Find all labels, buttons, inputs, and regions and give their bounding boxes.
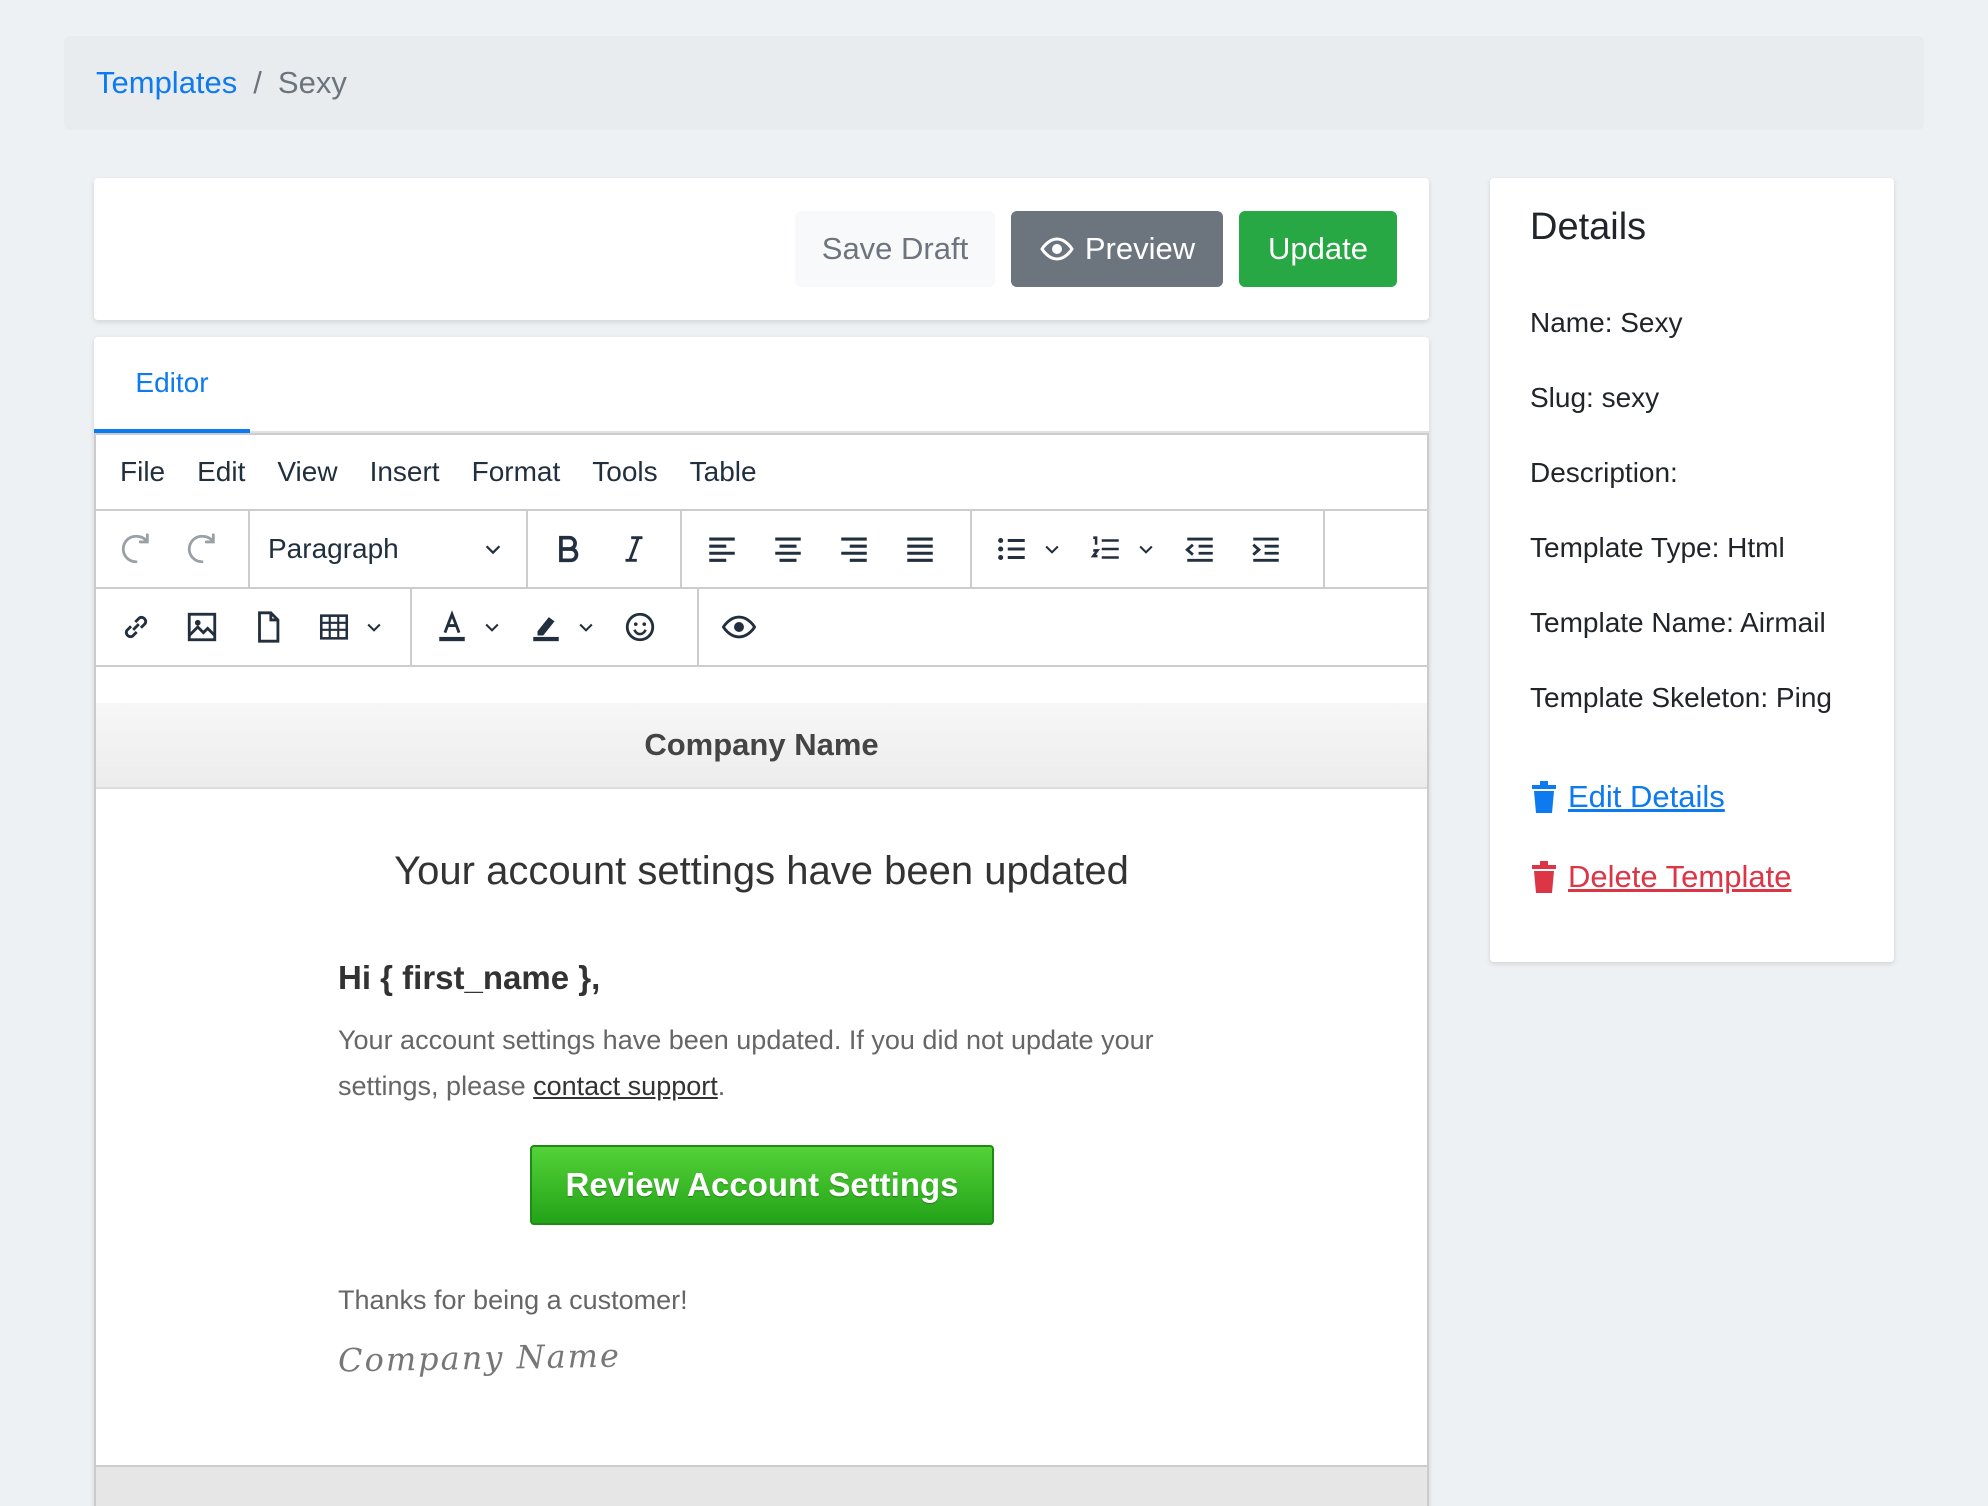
email-title: Your account settings have been updated bbox=[394, 849, 1129, 893]
editor-content[interactable]: Company Name Your account settings have … bbox=[96, 669, 1427, 1506]
edit-details-link[interactable]: Edit Details bbox=[1530, 757, 1854, 837]
document-icon[interactable] bbox=[238, 597, 298, 657]
chevron-down-icon[interactable] bbox=[1040, 519, 1064, 579]
contact-support-link[interactable]: contact support bbox=[533, 1071, 718, 1101]
edit-details-label: Edit Details bbox=[1568, 779, 1725, 814]
detail-template-type: Template Type: Html bbox=[1530, 532, 1854, 607]
breadcrumb: Templates / Sexy bbox=[64, 36, 1924, 130]
emoji-icon[interactable] bbox=[610, 597, 670, 657]
redo-icon[interactable] bbox=[172, 519, 232, 579]
menu-file[interactable]: File bbox=[120, 456, 165, 488]
detail-value: Html bbox=[1727, 532, 1785, 563]
chevron-down-icon[interactable] bbox=[574, 597, 598, 657]
preview-eye-icon[interactable] bbox=[709, 597, 769, 657]
email-body: Your account settings have been updated.… bbox=[338, 1017, 1218, 1109]
detail-slug: Slug: sexy bbox=[1530, 382, 1854, 457]
color-group bbox=[412, 589, 699, 665]
preview-button[interactable]: Preview bbox=[1011, 211, 1223, 287]
detail-value: sexy bbox=[1601, 382, 1660, 413]
undo-icon[interactable] bbox=[106, 519, 166, 579]
image-icon[interactable] bbox=[172, 597, 232, 657]
email-thanks: Thanks for being a customer! bbox=[338, 1285, 688, 1315]
breadcrumb-templates-link[interactable]: Templates bbox=[96, 65, 237, 101]
align-right-icon[interactable] bbox=[824, 519, 884, 579]
align-center-icon[interactable] bbox=[758, 519, 818, 579]
trash-icon bbox=[1532, 781, 1556, 813]
detail-value: Ping bbox=[1775, 682, 1832, 713]
block-format-select[interactable]: Paragraph bbox=[254, 519, 516, 579]
email-signature: Company Name bbox=[337, 1336, 622, 1380]
email-greeting: Hi { first_name }, bbox=[338, 959, 601, 996]
editor-card: Editor File Edit View Insert Format Tool… bbox=[94, 337, 1429, 1506]
eye-icon bbox=[1040, 237, 1074, 261]
italic-icon[interactable] bbox=[604, 519, 664, 579]
detail-key: Name: bbox=[1530, 307, 1613, 338]
chevron-down-icon[interactable] bbox=[1134, 519, 1158, 579]
editor-menubar: File Edit View Insert Format Tools Table bbox=[96, 435, 1427, 511]
update-button[interactable]: Update bbox=[1239, 211, 1397, 287]
history-group bbox=[96, 511, 250, 587]
align-left-icon[interactable] bbox=[692, 519, 752, 579]
detail-key: Slug: bbox=[1530, 382, 1594, 413]
detail-template-skeleton: Template Skeleton: Ping bbox=[1530, 682, 1854, 757]
email-header: Company Name bbox=[96, 703, 1427, 789]
save-draft-button[interactable]: Save Draft bbox=[795, 211, 995, 287]
tab-bar: Editor bbox=[94, 337, 1429, 433]
alignment-group bbox=[682, 511, 972, 587]
link-icon[interactable] bbox=[106, 597, 166, 657]
chevron-down-icon[interactable] bbox=[362, 597, 386, 657]
delete-template-label: Delete Template bbox=[1568, 859, 1792, 894]
text-color-icon[interactable] bbox=[422, 597, 482, 657]
details-card: Details Name: Sexy Slug: sexy Descriptio… bbox=[1490, 178, 1894, 962]
editor-toolbar-row-1: Paragraph bbox=[96, 511, 1427, 589]
menu-edit[interactable]: Edit bbox=[197, 456, 245, 488]
tab-editor[interactable]: Editor bbox=[94, 337, 250, 433]
detail-template-name: Template Name: Airmail bbox=[1530, 607, 1854, 682]
email-body-text: Your account settings have been updated.… bbox=[338, 1025, 1154, 1101]
menu-view[interactable]: View bbox=[277, 456, 337, 488]
bullet-list-icon[interactable] bbox=[982, 519, 1042, 579]
align-justify-icon[interactable] bbox=[890, 519, 950, 579]
block-format-value: Paragraph bbox=[268, 533, 399, 564]
list-group bbox=[972, 511, 1325, 587]
detail-key: Template Skeleton: bbox=[1530, 682, 1769, 713]
highlight-icon[interactable] bbox=[516, 597, 576, 657]
email-footer bbox=[96, 1465, 1427, 1506]
chevron-down-icon bbox=[485, 545, 501, 555]
menu-table[interactable]: Table bbox=[690, 456, 757, 488]
details-title: Details bbox=[1530, 206, 1647, 248]
email-body-end: . bbox=[717, 1071, 726, 1101]
rich-text-editor: File Edit View Insert Format Tools Table… bbox=[94, 433, 1429, 1506]
breadcrumb-current: Sexy bbox=[277, 65, 347, 100]
chevron-down-icon[interactable] bbox=[480, 597, 504, 657]
block-format-group: Paragraph bbox=[250, 511, 528, 587]
detail-key: Description: bbox=[1530, 457, 1678, 488]
preview-group bbox=[699, 589, 799, 665]
detail-name: Name: Sexy bbox=[1530, 307, 1854, 382]
menu-tools[interactable]: Tools bbox=[592, 456, 657, 488]
table-icon[interactable] bbox=[304, 597, 364, 657]
indent-icon[interactable] bbox=[1236, 519, 1296, 579]
numbered-list-icon[interactable] bbox=[1076, 519, 1136, 579]
review-account-settings-button[interactable]: Review Account Settings bbox=[530, 1145, 994, 1225]
inline-format-group bbox=[528, 511, 682, 587]
delete-template-link[interactable]: Delete Template bbox=[1530, 837, 1854, 917]
detail-key: Template Type: bbox=[1530, 532, 1720, 563]
trash-icon bbox=[1532, 861, 1556, 893]
detail-value: Airmail bbox=[1740, 607, 1826, 638]
detail-value: Sexy bbox=[1620, 307, 1683, 338]
actions-card: Save Draft Preview Update bbox=[94, 178, 1429, 320]
detail-key: Template Name: bbox=[1530, 607, 1734, 638]
menu-insert[interactable]: Insert bbox=[370, 456, 440, 488]
detail-description: Description: bbox=[1530, 457, 1854, 532]
bold-icon[interactable] bbox=[538, 519, 598, 579]
insert-group bbox=[96, 589, 412, 665]
breadcrumb-separator: / bbox=[253, 65, 262, 100]
menu-format[interactable]: Format bbox=[472, 456, 561, 488]
outdent-icon[interactable] bbox=[1170, 519, 1230, 579]
editor-toolbar-row-2 bbox=[96, 589, 1427, 667]
preview-label: Preview bbox=[1084, 231, 1196, 266]
